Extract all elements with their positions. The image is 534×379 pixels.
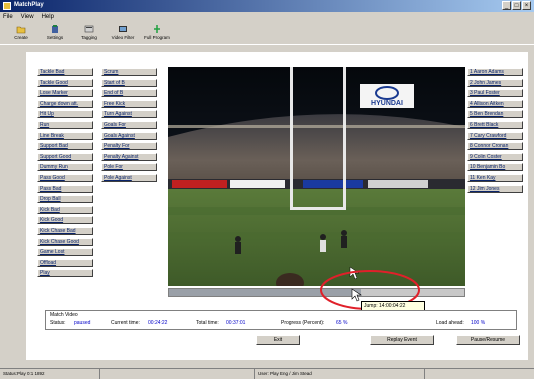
player-button-0[interactable]: 1 Aaron Adams	[467, 68, 523, 76]
maximize-icon[interactable]: □	[512, 1, 521, 10]
event-button-secondary-2[interactable]: End of B	[101, 89, 157, 98]
progress-label: Progress (Percent):	[281, 320, 325, 326]
event-button-3[interactable]: Charge down att.	[37, 99, 93, 108]
settings-button[interactable]: Settings	[40, 23, 70, 45]
event-button-5[interactable]: Run	[37, 121, 93, 129]
event-button-11[interactable]: Pass Bad	[37, 184, 93, 193]
create-button[interactable]: Create	[6, 23, 36, 45]
status-value: paused	[74, 320, 91, 326]
player-button-7[interactable]: 8 Connor Cronan	[467, 142, 523, 151]
event-button-15[interactable]: Kick Chase Bad	[37, 227, 93, 235]
player-button-2[interactable]: 3 Paul Foster	[467, 89, 523, 98]
menu-help[interactable]: Help	[42, 12, 54, 22]
event-button-12[interactable]: Drop Ball	[37, 195, 93, 204]
status-label: Status:	[50, 320, 66, 326]
event-button-secondary-8[interactable]: Penalty Against	[101, 152, 157, 161]
current-time-value: 00:24:22	[148, 320, 168, 326]
rugby-stadium-frame: HYUNDAI	[168, 67, 465, 286]
event-button-17[interactable]: Game Lost	[37, 248, 93, 257]
player-button-10[interactable]: 11 Ken Kay	[467, 174, 523, 182]
title-bar: MatchPlay _ □ ×	[0, 0, 534, 12]
video-filter-button[interactable]: Video Filter	[108, 23, 138, 45]
full-program-button[interactable]: Full Program	[142, 23, 172, 45]
statusbar-cell-4	[425, 369, 534, 379]
event-button-13[interactable]: Kick Bad	[37, 205, 93, 214]
event-button-secondary-1[interactable]: Start of B	[101, 78, 157, 87]
statusbar-cell-1: Status:Play 0:1 1892	[0, 369, 100, 379]
event-button-1[interactable]: Tackle Good	[37, 78, 93, 87]
event-button-0[interactable]: Tackle Bad	[37, 68, 93, 76]
player-button-6[interactable]: 7 Cary Crawford	[467, 131, 523, 140]
status-bar: Status:Play 0:1 1892 User: Play Eng / Ji…	[0, 368, 534, 379]
event-button-6[interactable]: Line Break	[37, 131, 93, 140]
match-status-panel: Match Video Status: paused Current time:…	[45, 310, 517, 330]
video-player[interactable]: HYUNDAI	[168, 67, 465, 286]
current-time-label: Current time:	[111, 320, 140, 326]
minimize-icon[interactable]: _	[502, 1, 511, 10]
statusbar-cell-2	[100, 369, 255, 379]
menu-bar: File View Help	[0, 12, 534, 22]
toolbar: Create Settings Tagging Video Filter Ful…	[0, 23, 534, 45]
event-button-secondary-3[interactable]: Free Kick	[101, 99, 157, 108]
event-button-2[interactable]: Lose Marker	[37, 89, 93, 98]
application-window: MatchPlay _ □ × File View Help Create Se…	[0, 0, 534, 379]
event-button-4[interactable]: Hit Up	[37, 110, 93, 119]
total-time-value: 00:37:01	[226, 320, 246, 326]
player-button-8[interactable]: 9 Colin Coster	[467, 152, 523, 161]
window-title: MatchPlay	[14, 2, 44, 8]
create-label: Create	[14, 35, 28, 40]
event-button-18[interactable]: Offload	[37, 258, 93, 267]
player-button-5[interactable]: 6 Brett Black	[467, 121, 523, 129]
match-video-label: Match Video	[50, 312, 78, 318]
menu-view[interactable]: View	[21, 12, 34, 22]
total-time-label: Total time:	[196, 320, 219, 326]
event-button-secondary-5[interactable]: Goals For	[101, 121, 157, 129]
event-button-10[interactable]: Pass Good	[37, 174, 93, 182]
load-ahead-label: Load ahead:	[436, 320, 464, 326]
full-program-label: Full Program	[144, 35, 170, 40]
event-button-7[interactable]: Support Bad	[37, 142, 93, 151]
tag-icon	[84, 25, 94, 33]
exit-button[interactable]: Exit	[256, 335, 300, 345]
event-button-secondary-4[interactable]: Turn Against	[101, 110, 157, 119]
event-button-secondary-7[interactable]: Penalty For	[101, 142, 157, 151]
player-button-9[interactable]: 10 Benjamin Bo	[467, 163, 523, 172]
player-button-11[interactable]: 12 Jim Jones	[467, 184, 523, 193]
settings-icon	[52, 25, 58, 33]
settings-label: Settings	[46, 35, 64, 40]
progress-value: 65 %	[336, 320, 348, 326]
event-button-9[interactable]: Dummy Run	[37, 163, 93, 172]
seek-bar-progress	[169, 289, 361, 296]
event-button-secondary-10[interactable]: Pole Against	[101, 174, 157, 182]
player-button-4[interactable]: 5 Ben Brendan	[467, 110, 523, 119]
app-icon	[3, 2, 11, 10]
load-ahead-value: 100 %	[471, 320, 486, 326]
tagging-button[interactable]: Tagging	[74, 23, 104, 45]
event-button-14[interactable]: Kick Good	[37, 216, 93, 225]
video-banner-text: HYUNDAI	[371, 100, 403, 107]
pause-resume-button[interactable]: Pause/Resume	[456, 335, 520, 345]
player-button-1[interactable]: 2 John James	[467, 78, 523, 87]
filter-icon	[119, 26, 127, 32]
event-button-secondary-6[interactable]: Goals Against	[101, 131, 157, 140]
event-button-secondary-9[interactable]: Pole For	[101, 163, 157, 172]
folder-icon	[16, 26, 26, 34]
video-filter-label: Video Filter	[111, 35, 135, 40]
close-icon[interactable]: ×	[522, 1, 531, 10]
player-button-3[interactable]: 4 Allison Aitken	[467, 99, 523, 108]
event-button-secondary-0[interactable]: Scrum	[101, 68, 157, 76]
event-button-16[interactable]: Kick Chase Good	[37, 237, 93, 246]
program-icon	[154, 25, 160, 33]
event-button-8[interactable]: Support Good	[37, 152, 93, 161]
tagging-label: Tagging	[81, 35, 97, 40]
replay-event-button[interactable]: Replay Event	[370, 335, 434, 345]
menu-file[interactable]: File	[3, 12, 13, 22]
seek-bar[interactable]	[168, 288, 465, 297]
event-button-19[interactable]: Play	[37, 269, 93, 278]
statusbar-cell-3: User: Play Eng / Jim Stead	[255, 369, 425, 379]
